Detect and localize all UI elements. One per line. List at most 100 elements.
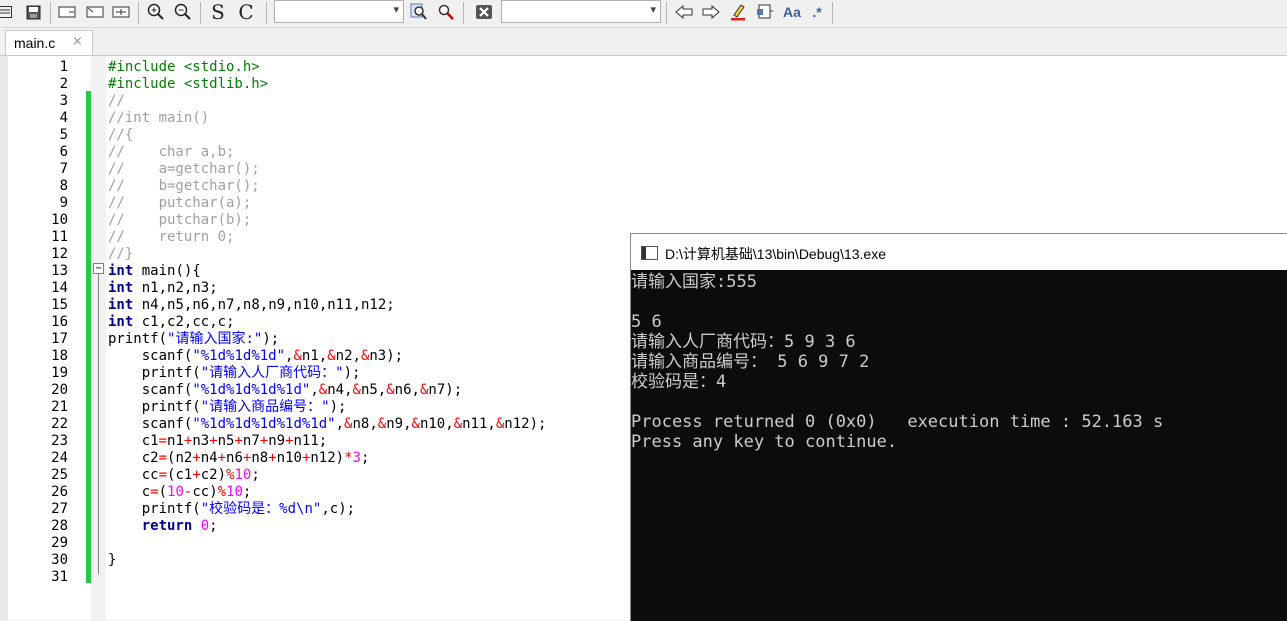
line-number: 26 (51, 484, 68, 500)
line-number: 12 (51, 246, 68, 262)
console-titlebar[interactable]: D:\计算机基础\13\bin\Debug\13.exe (631, 234, 1287, 270)
code-line[interactable]: printf("请输入人厂商代码："); (108, 365, 361, 382)
code-line[interactable]: int n1,n2,n3; (108, 280, 218, 297)
code-line[interactable]: } (108, 552, 116, 569)
code-line[interactable]: c2=(n2+n4+n6+n8+n10+n12)*3; (108, 450, 370, 467)
toolbar-separator (200, 2, 201, 24)
line-number: 4 (59, 110, 68, 126)
line-number: 7 (59, 161, 68, 177)
line-number: 11 (51, 229, 68, 245)
line-number: 8 (59, 178, 68, 194)
arrow-left-icon[interactable] (673, 1, 695, 23)
line-number: 9 (59, 195, 68, 211)
highlighter-icon[interactable] (727, 1, 749, 23)
toolbar: S C ▾ ▾ Aa .* (0, 0, 1287, 28)
line-number: 28 (51, 518, 68, 534)
code-line[interactable]: #include <stdlib.h> (108, 76, 268, 93)
code-line[interactable]: // b=getchar(); (108, 178, 260, 195)
line-number: 5 (59, 127, 68, 143)
console-line: Press any key to continue. (631, 432, 898, 452)
code-line[interactable]: // return 0; (108, 229, 234, 246)
code-line[interactable]: // a=getchar(); (108, 161, 260, 178)
fold-margin: − (91, 56, 106, 620)
chevron-down-icon: ▾ (650, 3, 656, 16)
close-x-icon[interactable] (473, 1, 495, 23)
line-number: 21 (51, 399, 68, 415)
console-line: Process returned 0 (0x0) execution time … (631, 412, 1164, 432)
line-number: 13 (51, 263, 68, 279)
code-line[interactable]: int c1,c2,cc,c; (108, 314, 235, 331)
arrow-right-icon[interactable] (700, 1, 722, 23)
code-line[interactable]: int main(){ (108, 263, 201, 280)
code-line[interactable]: // (108, 93, 125, 110)
line-number: 16 (51, 314, 68, 330)
code-line[interactable]: // char a,b; (108, 144, 234, 161)
bookmark-icon[interactable] (754, 1, 776, 23)
fold-toggle-icon[interactable]: − (93, 263, 104, 274)
target-combo[interactable]: ▾ (501, 0, 661, 23)
console-line: 请输入人厂商代码：5 9 3 6 (631, 332, 856, 352)
close-icon[interactable]: × (72, 34, 83, 49)
zoom-in-icon[interactable] (145, 1, 167, 23)
select-block-icon[interactable] (84, 1, 106, 23)
code-line[interactable]: printf("请输入商品编号："); (108, 399, 347, 416)
regex-button[interactable]: .* (806, 1, 828, 23)
code-line[interactable]: c=(10-cc)%10; (108, 484, 252, 501)
line-number: 23 (51, 433, 68, 449)
line-number: 29 (51, 535, 68, 551)
line-number: 3 (59, 93, 68, 109)
code-line[interactable]: scanf("%1d%1d%1d%1d",&n4,&n5,&n6,&n7); (108, 382, 462, 399)
find-color-icon[interactable] (435, 1, 457, 23)
code-line[interactable]: #include <stdio.h> (108, 59, 260, 76)
toolbar-separator (666, 2, 667, 24)
code-line[interactable]: //} (108, 246, 133, 263)
console-app-icon (641, 246, 658, 260)
code-line[interactable]: scanf("%1d%1d%1d%1d%1d",&n8,&n9,&n10,&n1… (108, 416, 547, 433)
code-line[interactable]: //{ (108, 127, 133, 144)
line-number: 15 (51, 297, 68, 313)
c-button[interactable]: C (235, 0, 257, 24)
line-number: 27 (51, 501, 68, 517)
line-number: 20 (51, 382, 68, 398)
code-line[interactable]: // putchar(a); (108, 195, 251, 212)
code-area[interactable]: #include <stdio.h> #include <stdlib.h>///… (108, 56, 648, 620)
line-number: 25 (51, 467, 68, 483)
fold-line (98, 274, 99, 574)
toolbar-separator (138, 2, 139, 24)
select-expand-icon[interactable] (110, 1, 132, 23)
line-number: 19 (51, 365, 68, 381)
search-icon[interactable] (408, 1, 430, 23)
code-line[interactable]: printf("请输入国家:"); (108, 331, 279, 348)
tab-bar: main.c × (0, 28, 1287, 56)
code-line[interactable]: cc=(c1+c2)%10; (108, 467, 260, 484)
line-number-gutter: 1 2 3 4 5 6 7 8 9 10 11 12 13 14 15 16 17 18 19 20 21 22 23 24 2… (8, 56, 86, 620)
line-number: 10 (51, 212, 68, 228)
editor-margin (0, 56, 8, 620)
line-number: 22 (51, 416, 68, 432)
code-line[interactable]: int n4,n5,n6,n7,n8,n9,n10,n11,n12; (108, 297, 395, 314)
line-number: 17 (51, 331, 68, 347)
save-disk-icon[interactable] (22, 1, 44, 23)
line-number: 24 (51, 450, 68, 466)
line-number: 2 (59, 76, 68, 92)
view-list-icon[interactable] (0, 1, 16, 23)
code-line[interactable]: //int main() (108, 110, 209, 127)
scope-combo[interactable]: ▾ (274, 0, 404, 23)
code-line[interactable]: // putchar(b); (108, 212, 251, 229)
code-line[interactable]: printf("校验码是：%d\n",c); (108, 501, 355, 518)
zoom-out-icon[interactable] (172, 1, 194, 23)
code-line[interactable]: return 0; (108, 518, 218, 535)
code-line[interactable]: scanf("%1d%1d%1d",&n1,&n2,&n3); (108, 348, 403, 365)
console-line: 校验码是：4 (631, 372, 727, 392)
select-rect-icon[interactable] (56, 1, 78, 23)
console-window[interactable]: D:\计算机基础\13\bin\Debug\13.exe 请输入国家:555 5 … (630, 233, 1287, 621)
console-output[interactable]: 请输入国家:555 5 6 请输入人厂商代码：5 9 3 6 请输入商品编号： 5 6… (631, 270, 1287, 621)
line-number: 31 (51, 569, 68, 585)
line-number: 30 (51, 552, 68, 568)
code-line[interactable]: c1=n1+n3+n5+n7+n9+n11; (108, 433, 328, 450)
match-case-button[interactable]: Aa (781, 1, 803, 23)
toolbar-separator (463, 2, 464, 24)
line-number: 1 (59, 59, 68, 75)
tab-main-c[interactable]: main.c × (5, 30, 93, 55)
s-button[interactable]: S (207, 0, 229, 24)
